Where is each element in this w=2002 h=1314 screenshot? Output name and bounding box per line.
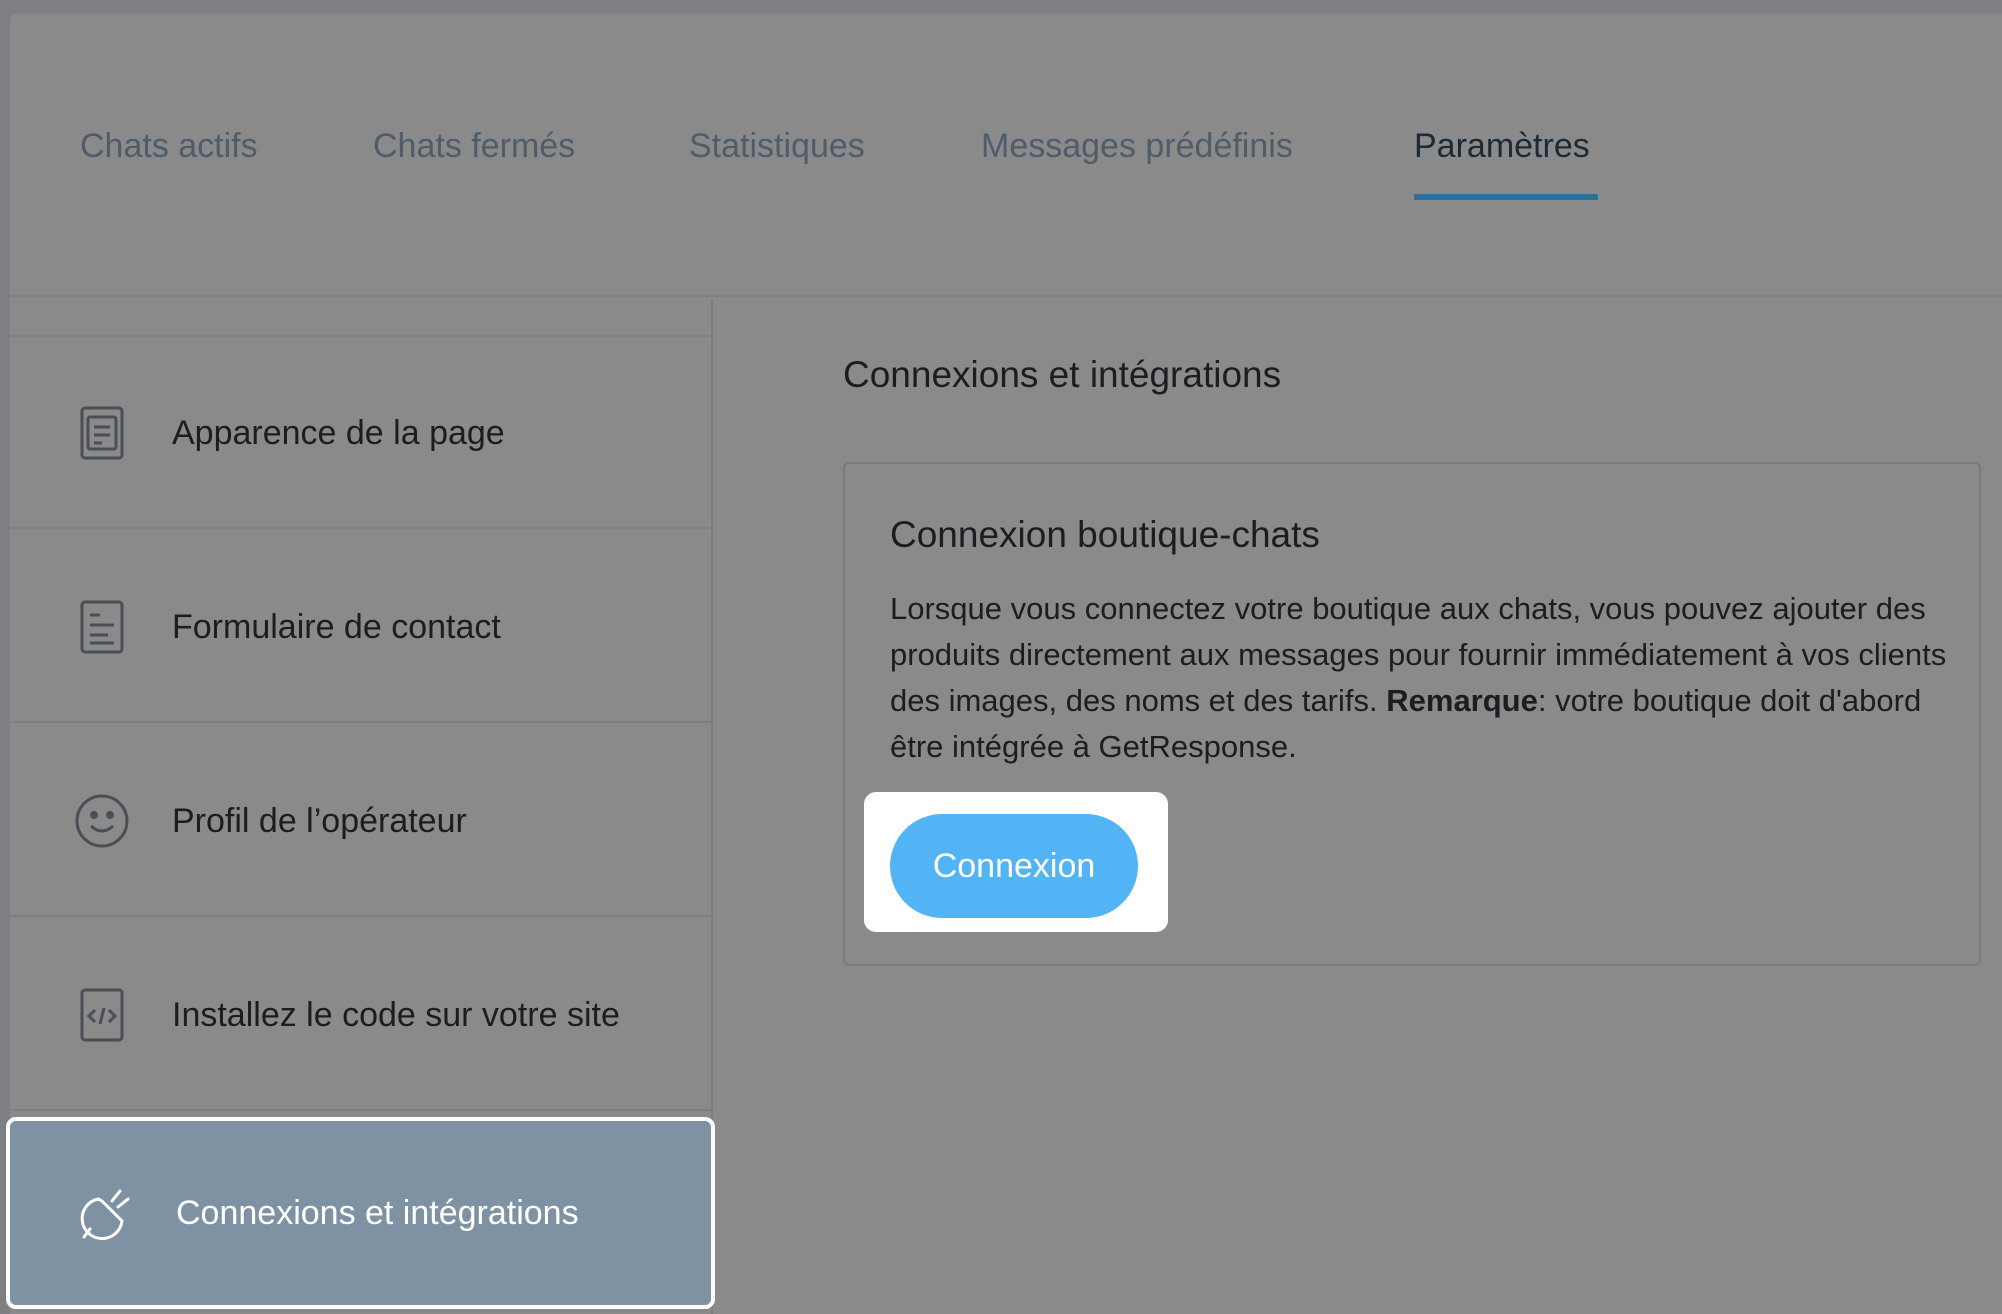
page-title: Connexions et intégrations	[843, 354, 1282, 395]
sidebar-item-label: Connexions et intégrations	[176, 1194, 579, 1232]
form-icon	[74, 599, 130, 655]
sidebar-item-label: Formulaire de contact	[172, 608, 501, 646]
tab-messages-predefinis[interactable]: Messages prédéfinis	[981, 126, 1293, 166]
tab-statistiques[interactable]: Statistiques	[689, 126, 865, 166]
sidebar-item-label: Installez le code sur votre site	[172, 996, 620, 1034]
tab-bar: Chats actifs Chats fermés Statistiques M…	[10, 14, 2002, 297]
card-title: Connexion boutique-chats	[890, 514, 1320, 555]
card-description: Lorsque vous connectez votre boutique au…	[890, 586, 1960, 770]
sidebar-item-label: Profil de l’opérateur	[172, 802, 467, 840]
button-highlight: Connexion	[864, 792, 1168, 932]
smiley-icon	[74, 793, 130, 849]
code-icon	[74, 987, 130, 1043]
tab-chats-fermes[interactable]: Chats fermés	[373, 126, 575, 166]
shop-chat-connection-card: Connexion boutique-chats Lorsque vous co…	[843, 462, 1981, 966]
sidebar-item-installer-code[interactable]: Installez le code sur votre site	[10, 919, 711, 1111]
tab-parametres[interactable]: Paramètres	[1414, 126, 1590, 166]
page-layout-icon	[74, 405, 130, 461]
sidebar-item-formulaire[interactable]: Formulaire de contact	[10, 531, 711, 723]
plug-icon	[78, 1185, 134, 1241]
sidebar-item-connexions[interactable]: Connexions et intégrations	[6, 1117, 715, 1309]
tab-chats-actifs[interactable]: Chats actifs	[80, 126, 258, 166]
connect-button[interactable]: Connexion	[890, 814, 1138, 918]
settings-sidebar: Apparence de la page Formulaire de conta…	[6, 299, 715, 1314]
sidebar-item-label: Apparence de la page	[172, 414, 505, 452]
app-window: Chats actifs Chats fermés Statistiques M…	[6, 14, 2002, 1314]
note-label: Remarque	[1386, 683, 1538, 718]
sidebar-item-profil-operateur[interactable]: Profil de l’opérateur	[10, 725, 711, 917]
active-tab-indicator	[1414, 194, 1598, 200]
sidebar-item-apparence[interactable]: Apparence de la page	[10, 337, 711, 529]
